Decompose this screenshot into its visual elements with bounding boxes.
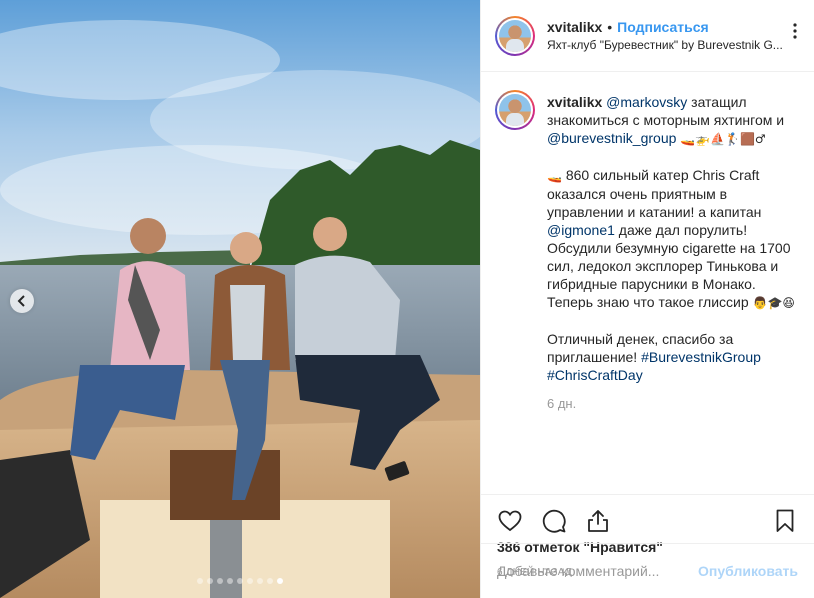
heart-icon	[498, 510, 522, 532]
carousel-dot	[247, 578, 253, 584]
caption-username[interactable]: xvitalikx	[547, 94, 602, 110]
avatar-image	[499, 19, 531, 52]
caption-paragraph-2: 🚤 860 сильный катер Chris Craft оказался…	[547, 166, 797, 312]
emoji-group: 🚤🚁⛵🏌🟫♂	[676, 132, 766, 146]
share-icon	[588, 510, 608, 532]
carousel-dot	[237, 578, 243, 584]
separator-bullet: •	[607, 19, 613, 35]
carousel-dot	[207, 578, 213, 584]
post-header: xvitalikx • Подписаться Яхт-клуб "Буреве…	[481, 0, 814, 72]
carousel-prev-button[interactable]	[10, 289, 34, 313]
location-link[interactable]: Яхт-клуб "Буревестник" by Burevestnik G.…	[547, 38, 797, 52]
comment-input[interactable]	[497, 563, 699, 579]
carousel-dot	[277, 578, 283, 584]
photo-scene	[0, 0, 480, 598]
follow-button[interactable]: Подписаться	[617, 19, 709, 35]
carousel-dot	[257, 578, 263, 584]
avatar[interactable]	[495, 15, 535, 56]
emoji-boat: 🚤	[547, 169, 562, 183]
header-line: xvitalikx • Подписаться	[547, 19, 800, 35]
carousel-dot	[197, 578, 203, 584]
carousel-dots	[0, 578, 480, 584]
mention-link[interactable]: @igmone1	[547, 222, 615, 238]
comment-icon	[542, 509, 566, 533]
post-side-panel: xvitalikx • Подписаться Яхт-клуб "Буреве…	[480, 0, 814, 598]
save-button[interactable]	[772, 508, 798, 534]
caption-timestamp[interactable]: 6 дн.	[547, 396, 800, 411]
carousel-dot	[267, 578, 273, 584]
header-text: xvitalikx • Подписаться Яхт-клуб "Буреве…	[547, 19, 800, 52]
hashtag-link[interactable]: #ChrisCraftDay	[547, 367, 643, 383]
carousel-dot	[217, 578, 223, 584]
hashtag-link[interactable]: #BurevestnikGroup	[641, 349, 761, 365]
avatar-frame	[497, 17, 533, 54]
emoji-group: 👨🎓😆	[752, 296, 795, 310]
avatar-frame	[497, 92, 533, 128]
instagram-post: xvitalikx • Подписаться Яхт-клуб "Буреве…	[0, 0, 814, 598]
carousel-dot	[227, 578, 233, 584]
publish-button[interactable]: Опубликовать	[698, 563, 798, 579]
action-bar	[481, 495, 814, 547]
ellipsis-vertical-icon	[793, 23, 797, 39]
mention-link[interactable]: @burevestnik_group	[547, 130, 676, 146]
comments-section: xvitalikx @markovsky затащил знакомиться…	[481, 72, 814, 494]
avatar-image	[499, 94, 531, 126]
post-photo[interactable]	[0, 0, 480, 598]
like-button[interactable]	[497, 508, 523, 534]
chevron-left-icon	[17, 295, 25, 307]
caption-paragraph-1: xvitalikx @markovsky затащил знакомиться…	[547, 93, 797, 148]
more-options-icon[interactable]	[792, 22, 798, 40]
mention-link[interactable]: @markovsky	[606, 94, 687, 110]
caption-avatar[interactable]	[495, 90, 535, 130]
bookmark-icon	[776, 509, 794, 532]
add-comment-bar: Опубликовать	[481, 543, 814, 598]
caption-paragraph-3: Отличный денек, спасибо за приглашение! …	[547, 330, 797, 384]
caption-text-segment: 860 сильный катер Chris Craft оказался о…	[547, 167, 762, 220]
comment-button[interactable]	[541, 508, 567, 534]
caption-text: xvitalikx @markovsky затащил знакомиться…	[547, 93, 797, 384]
share-button[interactable]	[585, 508, 611, 534]
caption-row: xvitalikx @markovsky затащил знакомиться…	[495, 90, 800, 384]
username-link[interactable]: xvitalikx	[547, 19, 602, 35]
